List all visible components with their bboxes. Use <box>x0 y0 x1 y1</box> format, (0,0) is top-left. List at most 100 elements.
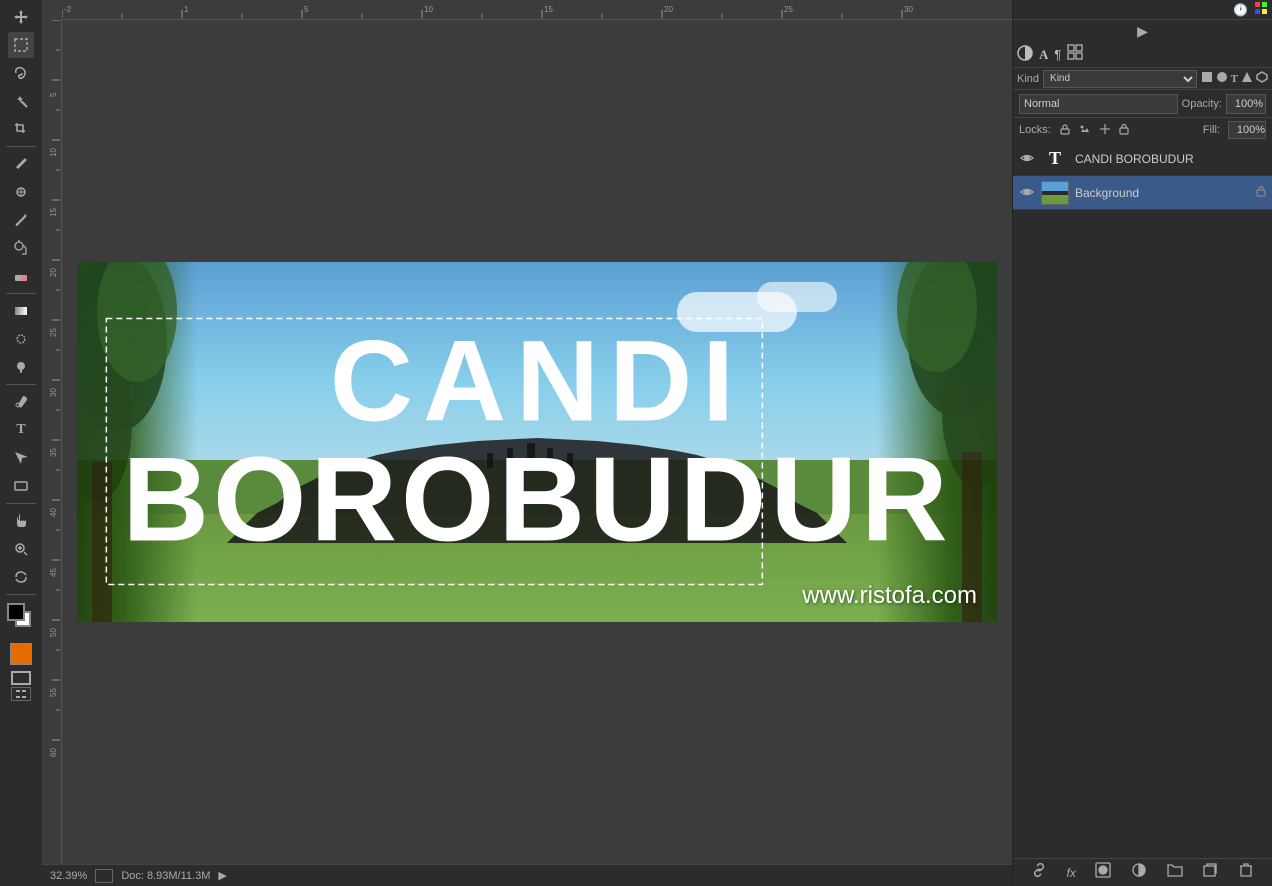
rectangular-marquee-tool[interactable] <box>8 32 34 58</box>
hand-tool[interactable] <box>8 508 34 534</box>
doc-info-expand[interactable]: ▶ <box>218 869 226 882</box>
create-adjustment-icon[interactable] <box>1131 862 1147 883</box>
adjustments-icon[interactable] <box>1017 45 1033 64</box>
canvas-main: -2 1 5 10 15 <box>42 0 1012 886</box>
text-layer-icon: T <box>1041 147 1069 171</box>
panel-icon-row: 🕐 <box>1013 0 1272 20</box>
lasso-tool[interactable] <box>8 60 34 86</box>
svg-text:60: 60 <box>49 748 58 757</box>
lock-all-icon[interactable] <box>1119 123 1129 138</box>
lock-image-icon[interactable] <box>1079 123 1091 138</box>
filter-adjust-icon[interactable] <box>1216 71 1228 86</box>
healing-brush-tool[interactable] <box>8 179 34 205</box>
panel-play-area: ▶ <box>1013 20 1272 42</box>
clone-stamp-tool[interactable] <box>8 235 34 261</box>
layers-grid-icon[interactable] <box>1067 44 1083 65</box>
svg-text:5: 5 <box>49 92 58 97</box>
filter-icons: T <box>1201 71 1268 86</box>
layer-name-text: CANDI BOROBUDUR <box>1075 152 1266 166</box>
svg-text:10: 10 <box>424 5 433 14</box>
ruler-corner <box>42 0 62 20</box>
filter-pixel-icon[interactable] <box>1201 71 1213 86</box>
type-tool[interactable]: T <box>8 417 34 443</box>
rotate-view-tool[interactable] <box>8 564 34 590</box>
zoom-level: 32.39% <box>50 870 87 882</box>
eyedropper-tool[interactable] <box>8 151 34 177</box>
kind-row: Kind Kind Name Effect Mode Attribute Col… <box>1013 68 1272 90</box>
blur-tool[interactable] <box>8 326 34 352</box>
toolbar-divider-1 <box>6 146 36 147</box>
brush-tool[interactable] <box>8 207 34 233</box>
crop-tool[interactable] <box>8 116 34 142</box>
history-panel-icon[interactable]: 🕐 <box>1233 3 1248 17</box>
opacity-label: Opacity: <box>1182 98 1222 110</box>
layer-fx-icon[interactable]: fx <box>1066 866 1075 880</box>
center-area: -2 1 5 10 15 <box>42 0 1272 886</box>
layer-name-background: Background <box>1075 186 1250 200</box>
svg-text:15: 15 <box>49 208 58 217</box>
character-panel-icon[interactable]: A <box>1039 47 1048 63</box>
canvas-image: CANDI BOROBUDUR www.ristofa.com <box>77 262 997 622</box>
layer-item-background[interactable]: Background <box>1013 176 1272 210</box>
status-bar: 32.39% Doc: 8.93M/11.3M ▶ <box>42 864 1012 886</box>
opacity-value[interactable] <box>1226 94 1266 114</box>
person-silhouette-2 <box>445 526 448 536</box>
magic-wand-tool[interactable] <box>8 88 34 114</box>
layer-visibility-eye-1[interactable] <box>1019 152 1035 166</box>
svg-text:1: 1 <box>184 5 189 14</box>
doc-info: Doc: 8.93M/11.3M <box>121 870 210 882</box>
filter-smart-icon[interactable] <box>1256 71 1268 86</box>
fullscreen-icon[interactable] <box>11 687 31 701</box>
svg-text:40: 40 <box>49 508 58 517</box>
move-tool[interactable] <box>8 4 34 30</box>
lock-pixels-icon[interactable] <box>1059 123 1071 138</box>
toolbar-divider-2 <box>6 293 36 294</box>
person-silhouette-1 <box>427 524 430 536</box>
background-layer-thumb <box>1041 181 1069 205</box>
svg-text:10: 10 <box>49 148 58 157</box>
fill-value[interactable] <box>1228 121 1266 139</box>
gradient-tool[interactable] <box>8 298 34 324</box>
blend-mode-row: Normal Dissolve Multiply Screen Overlay … <box>1013 90 1272 118</box>
toolbar-divider-3 <box>6 384 36 385</box>
status-bar-icon[interactable] <box>95 869 113 883</box>
filter-type-icon[interactable]: T <box>1231 73 1238 85</box>
kind-label: Kind <box>1017 73 1039 85</box>
layer-visibility-eye-2[interactable] <box>1019 186 1035 200</box>
screen-mode-icon[interactable] <box>11 671 31 685</box>
canvas-workspace: CANDI BOROBUDUR www.ristofa.com <box>62 20 1012 864</box>
foreground-color[interactable] <box>7 603 25 621</box>
create-new-layer-icon[interactable] <box>1202 862 1218 883</box>
create-group-icon[interactable] <box>1167 862 1183 883</box>
temple-silhouette <box>227 433 847 543</box>
shape-tool[interactable] <box>8 473 34 499</box>
layers-spacer <box>1013 210 1272 858</box>
svg-text:55: 55 <box>49 688 58 697</box>
blend-mode-select[interactable]: Normal Dissolve Multiply Screen Overlay <box>1019 94 1178 114</box>
pen-tool[interactable] <box>8 389 34 415</box>
filter-shape-icon[interactable] <box>1241 71 1253 86</box>
svg-text:45: 45 <box>49 568 58 577</box>
kind-select[interactable]: Kind Name Effect Mode Attribute Color Sm… <box>1043 70 1197 88</box>
left-toolbar: T <box>0 0 42 886</box>
toolbar-divider-5 <box>6 594 36 595</box>
dodge-tool[interactable] <box>8 354 34 380</box>
paragraph-panel-icon[interactable]: ¶ <box>1054 47 1061 62</box>
play-button[interactable]: ▶ <box>1137 23 1148 40</box>
delete-layer-icon[interactable] <box>1238 862 1254 883</box>
swatches-panel-icon[interactable] <box>1254 1 1268 18</box>
add-mask-icon[interactable] <box>1095 862 1111 883</box>
eraser-tool[interactable] <box>8 263 34 289</box>
layer-item-text[interactable]: T CANDI BOROBUDUR <box>1013 142 1272 176</box>
color-swatches[interactable] <box>7 603 35 631</box>
side-tools-row: A ¶ <box>1013 42 1272 68</box>
svg-text:20: 20 <box>49 268 58 277</box>
zoom-tool[interactable] <box>8 536 34 562</box>
svg-text:30: 30 <box>904 5 913 14</box>
quick-mask-icon[interactable] <box>10 643 32 665</box>
path-selection-tool[interactable] <box>8 445 34 471</box>
svg-text:25: 25 <box>784 5 793 14</box>
link-layers-icon[interactable] <box>1031 862 1047 883</box>
layers-bottom-bar: fx <box>1013 858 1272 886</box>
lock-position-icon[interactable] <box>1099 123 1111 138</box>
